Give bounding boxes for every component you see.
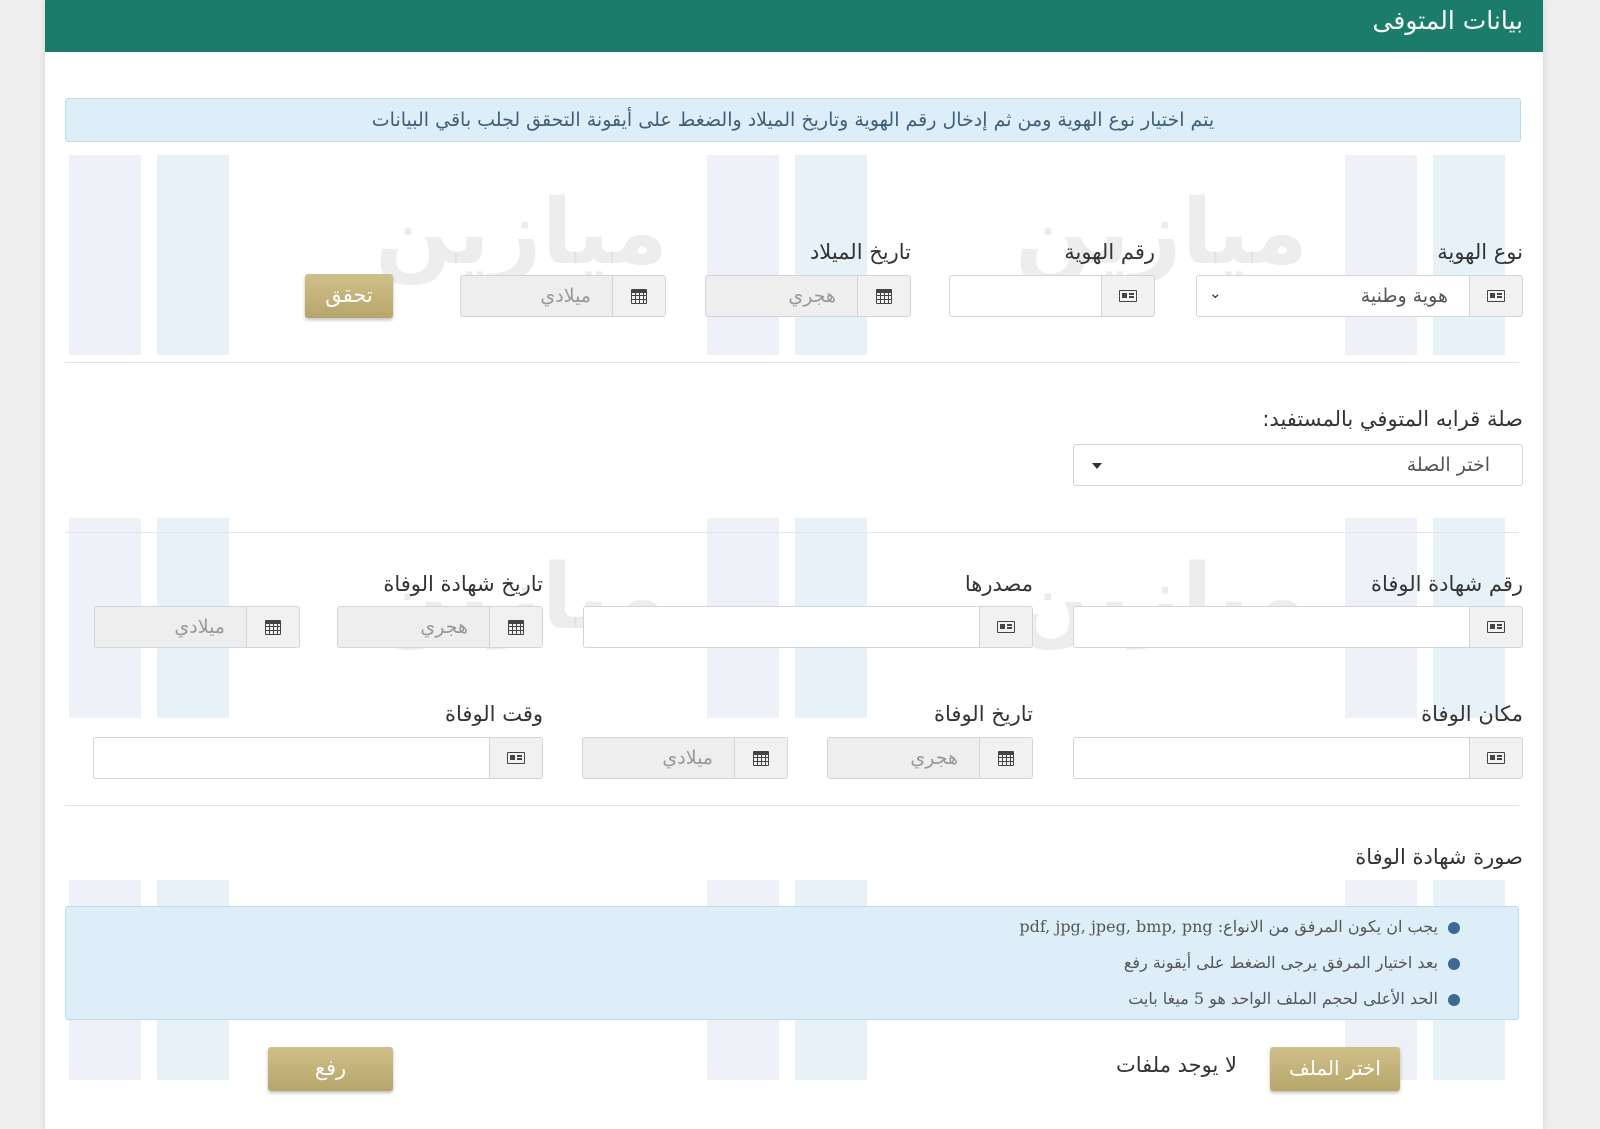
calendar-icon[interactable] xyxy=(979,738,1032,778)
bullet-icon xyxy=(1448,958,1460,970)
watermark-scale-icon xyxy=(69,155,229,355)
id-type-value: هوية وطنية xyxy=(1360,285,1448,307)
info-alert: يتم اختيار نوع الهوية ومن ثم إدخال رقم ا… xyxy=(65,98,1521,142)
id-card-icon xyxy=(1469,738,1522,778)
no-files-text: لا يوجد ملفات xyxy=(1115,1053,1237,1077)
watermark-text: ميازين xyxy=(1015,180,1308,285)
death-cert-number-label: رقم شهادة الوفاة xyxy=(1370,572,1523,596)
death-time-label: وقت الوفاة xyxy=(445,702,543,726)
divider xyxy=(65,532,1519,533)
id-card-icon xyxy=(1101,276,1154,316)
death-place-input[interactable] xyxy=(1073,737,1523,779)
id-type-select[interactable]: هوية وطنية ⌄ xyxy=(1196,275,1523,317)
relation-select[interactable]: اختر الصلة xyxy=(1073,444,1523,486)
calendar-icon[interactable] xyxy=(489,607,542,647)
death-time-input[interactable] xyxy=(93,737,543,779)
relation-label: صلة قرابه المتوفي بالمستفيد: xyxy=(1262,407,1523,431)
calendar-icon[interactable] xyxy=(612,276,665,316)
id-number-input[interactable] xyxy=(949,275,1155,317)
divider xyxy=(65,805,1519,806)
birth-date-gregorian-input[interactable]: ميلادي xyxy=(460,275,666,317)
cert-date-gregorian-placeholder: ميلادي xyxy=(174,616,225,638)
birth-hijri-placeholder: هجري xyxy=(788,285,836,307)
attachment-title: صورة شهادة الوفاة xyxy=(1355,845,1523,869)
deceased-form-panel: ميازين ميازين ميازين ميازين ميازين ميازي… xyxy=(45,0,1543,1129)
id-card-icon xyxy=(979,607,1032,647)
id-card-icon xyxy=(1469,276,1522,316)
panel-title: بيانات المتوفى xyxy=(1372,6,1523,35)
attachment-notes: يجب ان يكون المرفق من الانواع: pdf, jpg,… xyxy=(65,906,1519,1020)
bullet-icon xyxy=(1448,994,1460,1006)
attachment-note: الحد الأعلى لحجم الملف الواحد هو 5 ميغا … xyxy=(1128,989,1460,1008)
id-card-icon xyxy=(1469,607,1522,647)
death-date-hijri-placeholder: هجري xyxy=(910,747,958,769)
cert-date-hijri-placeholder: هجري xyxy=(420,616,468,638)
verify-button[interactable]: تحقق xyxy=(305,274,393,318)
attachment-note: بعد اختيار المرفق يرجى الضغط على أيقونة … xyxy=(1124,953,1460,972)
cert-date-hijri-input[interactable]: هجري xyxy=(337,606,543,648)
birth-date-label: تاريخ الميلاد xyxy=(809,240,911,264)
cert-date-label: تاريخ شهادة الوفاة xyxy=(383,572,543,596)
calendar-icon[interactable] xyxy=(246,607,299,647)
death-date-label: تاريخ الوفاة xyxy=(934,702,1033,726)
choose-file-button[interactable]: اختر الملف xyxy=(1270,1047,1400,1091)
cert-source-label: مصدرها xyxy=(964,572,1033,596)
birth-gregorian-placeholder: ميلادي xyxy=(540,285,591,307)
cert-source-input[interactable] xyxy=(583,606,1033,648)
relation-selected-value: اختر الصلة xyxy=(1406,454,1490,476)
birth-date-hijri-input[interactable]: هجري xyxy=(705,275,911,317)
calendar-icon[interactable] xyxy=(734,738,787,778)
death-cert-number-input[interactable] xyxy=(1073,606,1523,648)
divider xyxy=(65,362,1519,363)
bullet-icon xyxy=(1448,922,1460,934)
id-number-label: رقم الهوية xyxy=(1064,240,1155,264)
caret-down-icon xyxy=(1092,463,1102,469)
attachment-note: يجب ان يكون المرفق من الانواع: pdf, jpg,… xyxy=(1019,917,1460,936)
death-date-hijri-input[interactable]: هجري xyxy=(827,737,1033,779)
death-place-label: مكان الوفاة xyxy=(1421,702,1523,726)
id-type-label: نوع الهوية xyxy=(1437,240,1523,264)
calendar-icon[interactable] xyxy=(857,276,910,316)
death-date-gregorian-placeholder: ميلادي xyxy=(662,747,713,769)
death-date-gregorian-input[interactable]: ميلادي xyxy=(582,737,788,779)
panel-header: بيانات المتوفى xyxy=(45,0,1543,52)
upload-button[interactable]: رفع xyxy=(268,1047,393,1091)
cert-date-gregorian-input[interactable]: ميلادي xyxy=(94,606,300,648)
watermark-text: ميازين xyxy=(375,180,668,285)
chevron-down-icon: ⌄ xyxy=(1209,284,1222,302)
id-card-icon xyxy=(489,738,542,778)
